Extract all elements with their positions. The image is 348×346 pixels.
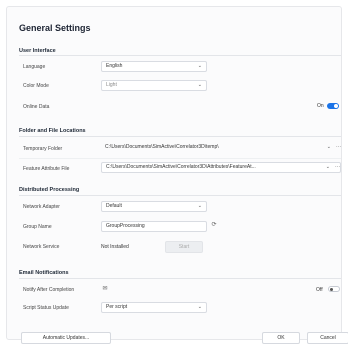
online-data-label: Online Data: [23, 104, 50, 110]
start-service-button[interactable]: Start: [165, 241, 203, 253]
section-user-interface: User Interface: [19, 48, 56, 54]
group-name-value: GroupProcessing: [106, 223, 145, 229]
chevron-down-icon: ⌄: [197, 203, 202, 209]
section-distributed: Distributed Processing: [19, 187, 80, 193]
network-service-label: Network Service: [23, 244, 60, 250]
refresh-icon[interactable]: ⟳: [210, 221, 218, 229]
chevron-down-icon[interactable]: ⌄: [327, 143, 331, 152]
section-folders: Folder and File Locations: [19, 128, 86, 134]
ok-label: OK: [277, 335, 285, 341]
network-adapter-select[interactable]: Default ⌄: [101, 201, 207, 212]
language-select[interactable]: English ⌄: [101, 61, 207, 72]
language-value: English: [106, 63, 123, 69]
group-name-input[interactable]: GroupProcessing: [101, 221, 207, 232]
section-email: Email Notifications: [19, 270, 69, 276]
chevron-down-icon: ⌄: [197, 63, 202, 69]
section-divider: [19, 195, 341, 196]
color-mode-value: Light: [106, 82, 117, 88]
color-mode-select[interactable]: Light ⌄: [101, 80, 207, 91]
script-status-value: Per script: [106, 304, 128, 310]
online-data-toggle[interactable]: [327, 103, 339, 109]
section-divider: [19, 136, 341, 137]
script-status-label: Script Status Update: [23, 305, 69, 311]
chevron-down-icon: ⌄: [197, 304, 202, 310]
start-label: Start: [178, 244, 190, 250]
notify-label: Notify After Completion: [23, 287, 75, 293]
script-status-select[interactable]: Per script ⌄: [101, 302, 207, 313]
group-name-label: Group Name: [23, 224, 52, 230]
temp-folder-label: Temporary Folder: [23, 146, 63, 152]
ok-button[interactable]: OK: [262, 332, 300, 344]
notify-state: Off: [316, 287, 323, 293]
feature-file-value: C:\Users\Documents\SimActive\Correlator3…: [106, 164, 256, 170]
cancel-button[interactable]: Cancel: [307, 332, 348, 344]
notify-toggle[interactable]: [328, 286, 340, 292]
page-title: General Settings: [19, 23, 91, 33]
chevron-down-icon[interactable]: ⌄: [326, 163, 330, 172]
language-label: Language: [23, 64, 46, 70]
network-service-status: Not Installed: [101, 244, 129, 250]
feature-file-label: Feature Attribute File: [23, 166, 70, 172]
network-adapter-label: Network Adapter: [23, 204, 60, 210]
mail-icon[interactable]: ✉: [101, 285, 109, 293]
chevron-down-icon: ⌄: [197, 82, 202, 88]
online-data-state: On: [317, 103, 324, 109]
section-divider: [19, 278, 341, 279]
color-mode-label: Color Mode: [23, 83, 49, 89]
row-divider: [19, 158, 341, 159]
feature-file-field[interactable]: C:\Users\Documents\SimActive\Correlator3…: [101, 162, 341, 173]
network-adapter-value: Default: [106, 203, 122, 209]
section-divider: [19, 55, 341, 56]
settings-window: General Settings User Interface Language…: [6, 6, 348, 344]
automatic-updates-button[interactable]: Automatic Updates...: [21, 332, 111, 344]
more-icon[interactable]: ···: [336, 143, 341, 152]
temp-folder-field[interactable]: C:\Users\Documents\SimActive\Correlator3…: [101, 143, 341, 154]
more-icon[interactable]: ···: [335, 163, 340, 172]
cancel-label: Cancel: [320, 335, 336, 341]
temp-folder-value: C:\Users\Documents\SimActive\Correlator3…: [105, 144, 219, 150]
automatic-updates-label: Automatic Updates...: [42, 335, 90, 341]
